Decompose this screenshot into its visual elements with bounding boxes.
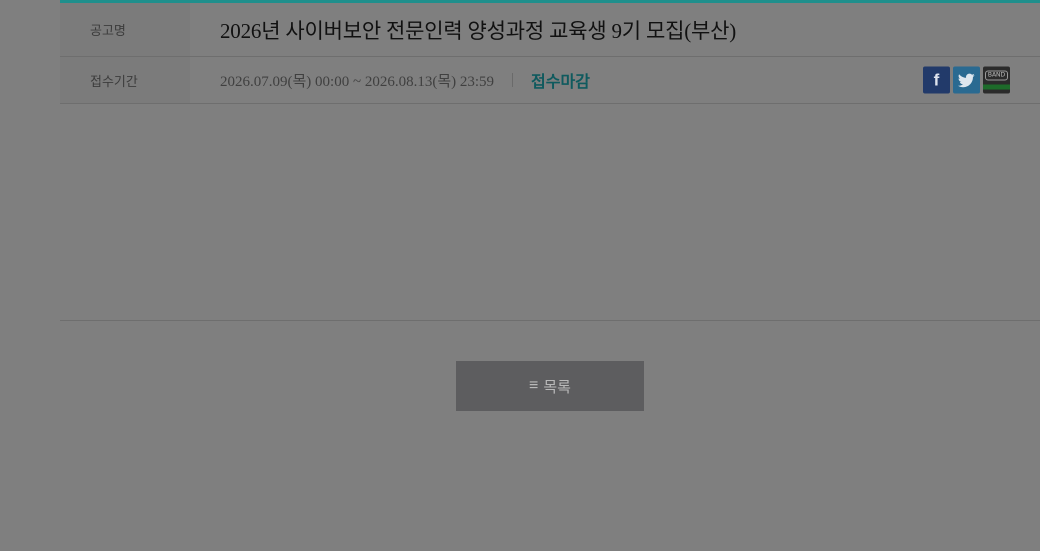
notice-title: 2026년 사이버보안 전문인력 양성과정 교육생 9기 모집(부산): [220, 18, 737, 43]
notice-detail-table: 공고명 2026년 사이버보안 전문인력 양성과정 교육생 9기 모집(부산) …: [60, 0, 1040, 104]
title-cell: 2026년 사이버보안 전문인력 양성과정 교육생 9기 모집(부산): [190, 3, 1040, 56]
period-cell: 2026.07.09(목) 00:00 ~ 2026.08.13(목) 23:5…: [190, 57, 1040, 103]
band-share-button[interactable]: BAND: [983, 66, 1010, 94]
title-row: 공고명 2026년 사이버보안 전문인력 양성과정 교육생 9기 모집(부산): [60, 3, 1040, 57]
twitter-icon: [958, 73, 975, 87]
facebook-icon: f: [933, 70, 940, 89]
period-row: 접수기간 2026.07.09(목) 00:00 ~ 2026.08.13(목)…: [60, 57, 1040, 104]
twitter-share-button[interactable]: [953, 66, 980, 94]
period-label: 접수기간: [60, 57, 190, 103]
band-stripe: [983, 84, 1010, 90]
share-buttons: f BAND: [923, 66, 1010, 94]
facebook-share-button[interactable]: f: [923, 66, 950, 94]
title-label: 공고명: [60, 3, 190, 56]
list-button[interactable]: ≡ 목록: [456, 361, 644, 411]
band-icon: BAND: [984, 70, 1009, 81]
vertical-divider: [512, 73, 514, 87]
application-period: 2026.07.09(목) 00:00 ~ 2026.08.13(목) 23:5…: [220, 73, 495, 90]
list-button-label: 목록: [543, 378, 571, 396]
status-badge: 접수마감: [531, 74, 590, 91]
list-icon: ≡: [529, 377, 539, 394]
notice-content-area: [60, 104, 1040, 321]
